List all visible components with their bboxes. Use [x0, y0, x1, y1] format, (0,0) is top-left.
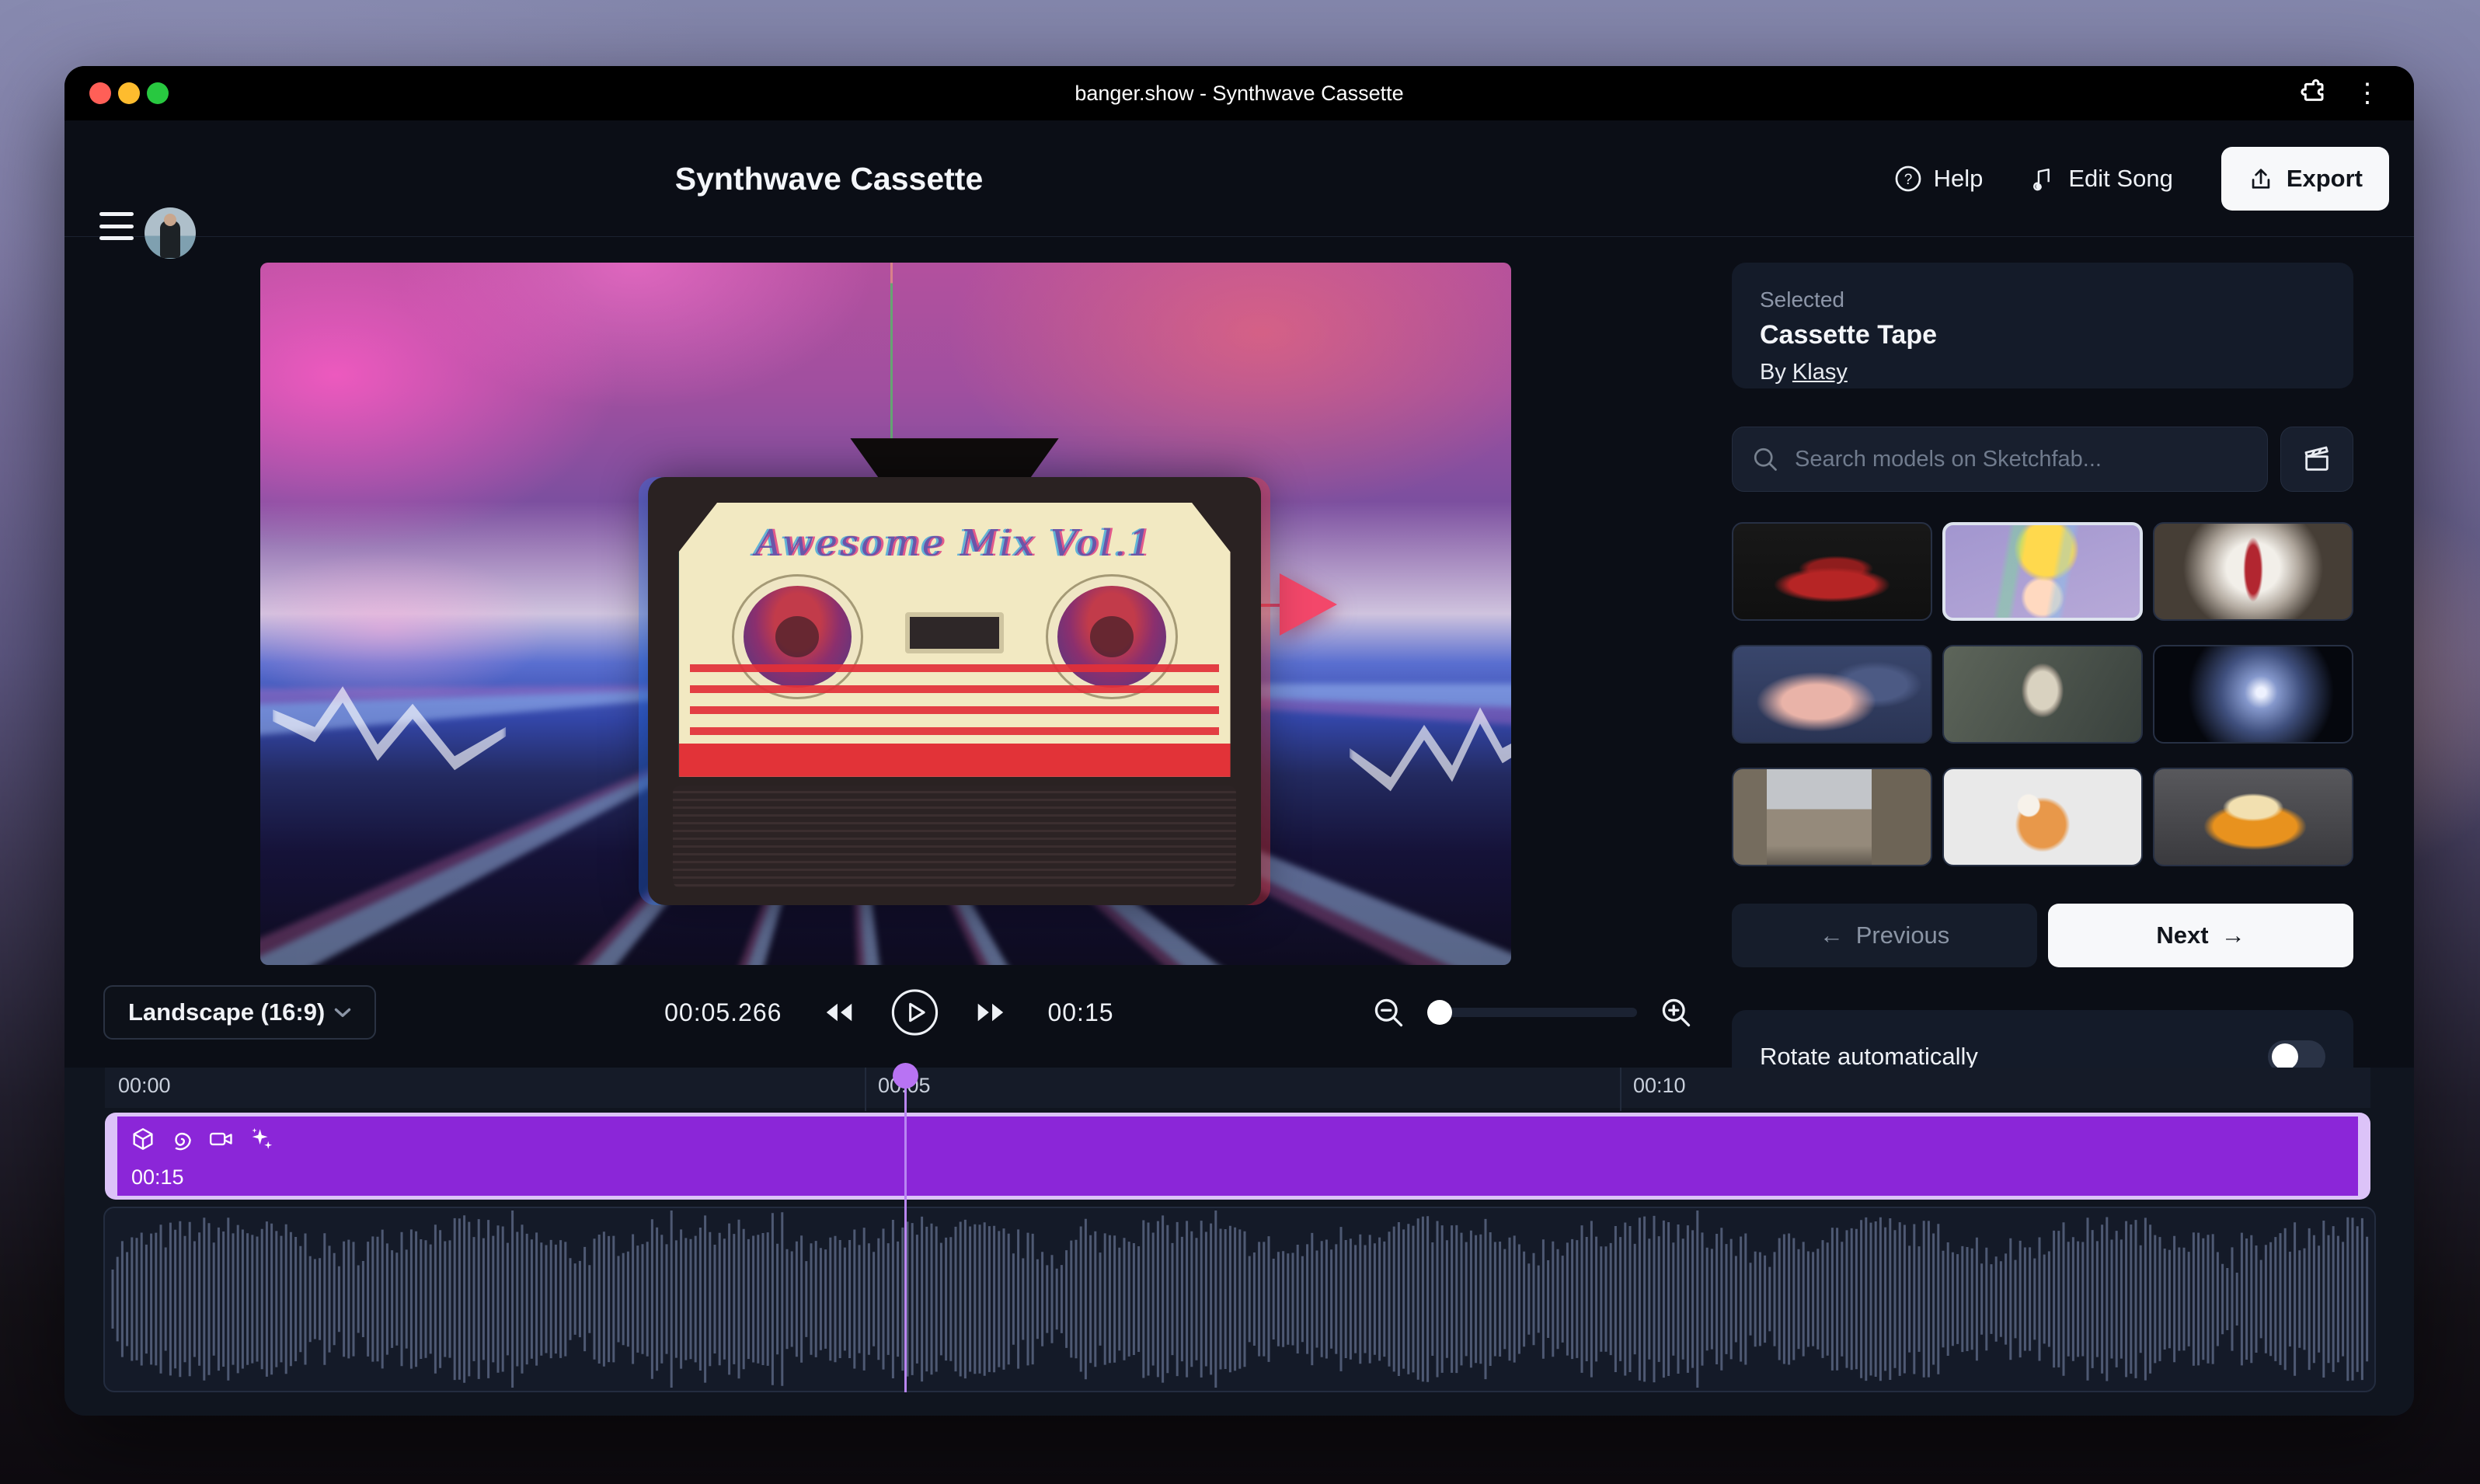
total-duration: 00:15 [1047, 998, 1113, 1027]
arrow-left-icon [1820, 921, 1844, 949]
video-preview-viewport[interactable]: Awesome Mix Vol.1 [260, 263, 1511, 965]
header: Synthwave Cassette ? Help Edit Song [64, 120, 2414, 237]
model-thumb-anime-girl[interactable] [1942, 522, 2143, 621]
selected-model-author: By Klasy [1760, 360, 2325, 385]
previous-button[interactable]: Previous [1732, 904, 2037, 967]
zoom-in-icon[interactable] [1659, 995, 1693, 1029]
timeline-ruler[interactable]: 00:00 00:05 00:10 [105, 1068, 2370, 1108]
upload-icon [2248, 165, 2274, 192]
scene-clip[interactable]: 00:15 [105, 1113, 2370, 1200]
model-thumb-spiral-galaxy[interactable] [2153, 645, 2353, 744]
model-thumbnail-grid [1732, 522, 2353, 866]
browser-menu-icon[interactable]: ⋮ [2352, 78, 2383, 109]
fast-forward-button[interactable] [974, 998, 1012, 1026]
spiral-icon [169, 1126, 195, 1152]
selected-model-name: Cassette Tape [1760, 320, 2325, 350]
playhead-handle[interactable] [893, 1063, 918, 1089]
minimize-window-button[interactable] [118, 82, 140, 104]
play-button[interactable] [890, 988, 939, 1036]
cube-icon [130, 1126, 156, 1152]
clapperboard-button[interactable] [2280, 427, 2353, 492]
cassette-tape-model[interactable]: Awesome Mix Vol.1 [648, 477, 1261, 905]
export-button[interactable]: Export [2221, 147, 2389, 211]
next-button[interactable]: Next [2048, 904, 2353, 967]
help-icon: ? [1893, 164, 1923, 193]
app-window: banger.show - Synthwave Cassette ⋮ Synth… [64, 66, 2414, 1416]
cassette-title-text: Awesome Mix Vol.1 [679, 522, 1231, 565]
zoom-window-button[interactable] [147, 82, 169, 104]
window-title: banger.show - Synthwave Cassette [1075, 66, 1403, 120]
avatar[interactable] [145, 207, 196, 259]
model-thumb-red-sports-car[interactable] [1732, 522, 1932, 621]
zoom-out-icon[interactable] [1371, 995, 1405, 1029]
timeline-panel: 00:00 00:05 00:10 [64, 1068, 2414, 1416]
selected-label: Selected [1760, 287, 2325, 312]
model-thumb-airship-in-clouds[interactable] [1732, 645, 1932, 744]
model-thumb-shiba-dog[interactable] [1942, 768, 2143, 866]
search-box [1732, 427, 2268, 492]
model-thumb-cartoon-car[interactable] [2153, 768, 2353, 866]
menu-icon[interactable] [99, 212, 134, 240]
model-sidebar: Selected Cassette Tape By Klasy [1732, 263, 2353, 388]
red-arrow [1280, 573, 1337, 636]
edit-song-button[interactable]: Edit Song [2031, 164, 2172, 193]
search-input[interactable] [1793, 446, 2248, 473]
model-thumb-skull[interactable] [1942, 645, 2143, 744]
sparkles-icon [248, 1126, 274, 1152]
zoom-slider-knob[interactable] [1427, 1000, 1452, 1025]
ruler-tick-10: 00:10 [1633, 1074, 1686, 1098]
playhead-line [904, 1074, 907, 1392]
ruler-tick-0: 00:00 [118, 1074, 171, 1098]
titlebar: banger.show - Synthwave Cassette ⋮ [64, 66, 2414, 120]
close-window-button[interactable] [89, 82, 111, 104]
current-time: 00:05.266 [657, 998, 782, 1027]
search-icon [1751, 445, 1779, 473]
help-button[interactable]: ? Help [1893, 164, 1984, 193]
rotate-label: Rotate automatically [1760, 1043, 1978, 1071]
clapperboard-icon [2301, 444, 2332, 475]
clip-duration: 00:15 [131, 1165, 184, 1190]
page-title: Synthwave Cassette [675, 120, 984, 237]
chevron-down-icon [329, 999, 356, 1026]
extensions-icon[interactable] [2299, 78, 2330, 109]
model-thumb-city-street[interactable] [1732, 768, 1932, 866]
timeline-zoom-slider[interactable] [1427, 1008, 1637, 1017]
audio-waveform[interactable] [103, 1207, 2376, 1392]
model-thumb-red-cloak-warrior[interactable] [2153, 522, 2353, 621]
selected-model-card: Selected Cassette Tape By Klasy [1732, 263, 2353, 388]
camera-icon [207, 1126, 235, 1152]
cassette-label: Awesome Mix Vol.1 [679, 503, 1231, 777]
rewind-button[interactable] [817, 998, 855, 1026]
music-note-icon [2031, 164, 2057, 193]
author-link[interactable]: Klasy [1792, 360, 1848, 385]
arrow-right-icon [2221, 921, 2245, 949]
svg-text:?: ? [1904, 172, 1912, 188]
aspect-ratio-select[interactable]: Landscape (16:9) [103, 985, 376, 1040]
